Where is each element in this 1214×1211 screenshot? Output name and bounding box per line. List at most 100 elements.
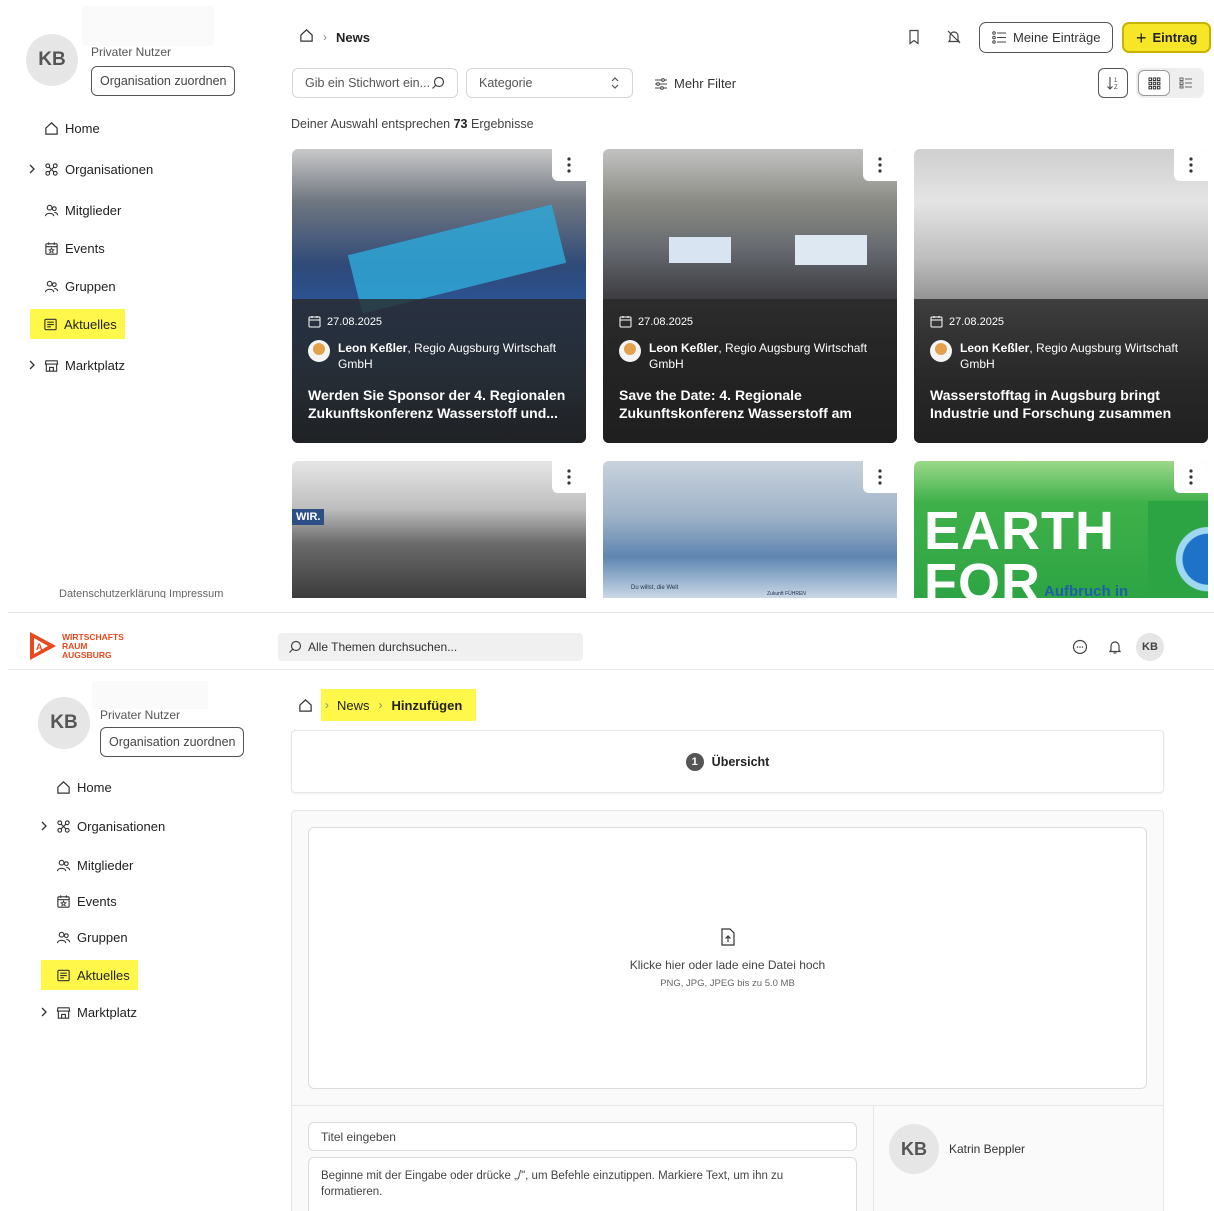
- sidebar-item-marktplatz[interactable]: Marktplatz: [29, 357, 125, 373]
- news-card-date: 27.08.2025: [930, 315, 1192, 328]
- sidebar-item-aktuelles[interactable]: Aktuelles: [30, 309, 125, 339]
- sidebar-item-label: Marktplatz: [65, 357, 125, 373]
- news-icon: [42, 316, 58, 332]
- sidebar-item-events[interactable]: Events: [55, 893, 117, 909]
- avatar: [619, 340, 641, 362]
- breadcrumb: › News › Hinzufügen: [298, 689, 477, 721]
- news-card-image: [603, 461, 897, 598]
- calendar-star-icon: [43, 240, 59, 256]
- store-icon: [55, 1004, 71, 1020]
- sort-button[interactable]: 1Z: [1098, 68, 1128, 98]
- sidebar-item-label: Aktuelles: [77, 967, 130, 983]
- footer-links[interactable]: Datenschutzerklärung Impressum: [59, 588, 223, 598]
- category-select[interactable]: Kategorie: [466, 68, 633, 98]
- news-card-overlay: 27.08.2025 Leon Keßler, Regio Augsburg W…: [603, 299, 897, 443]
- assign-organisation-button[interactable]: Organisation zuordnen: [91, 66, 236, 96]
- sidebar-item-gruppen[interactable]: Gruppen: [55, 929, 128, 945]
- breadcrumb-highlight: › News › Hinzufügen: [321, 689, 477, 721]
- chevron-right-icon[interactable]: [39, 819, 49, 833]
- more-vertical-icon[interactable]: [863, 461, 897, 493]
- breadcrumb-current: News: [336, 29, 370, 45]
- list-view-icon[interactable]: [1170, 70, 1202, 96]
- more-vertical-icon[interactable]: [863, 149, 897, 181]
- avatar[interactable]: KB: [26, 34, 78, 86]
- file-upload-dropzone[interactable]: Klicke hier oder lade eine Datei hoch PN…: [308, 827, 1147, 1089]
- search-icon: [431, 76, 445, 90]
- global-search-input[interactable]: Alle Themen durchsuchen...: [278, 633, 583, 661]
- author-name: Leon Keßler: [338, 341, 408, 355]
- news-card[interactable]: WIR.: [292, 461, 586, 598]
- step-number: 1: [685, 752, 704, 771]
- news-card[interactable]: EARTH FOR Aufbruch in: [914, 461, 1208, 598]
- profile: KB: [38, 697, 90, 749]
- sidebar-item-aktuelles[interactable]: Aktuelles: [41, 960, 138, 990]
- bookmark-icon[interactable]: [902, 25, 926, 49]
- blank-area: [82, 6, 214, 46]
- sidebar-item-gruppen[interactable]: Gruppen: [43, 278, 116, 294]
- sidebar-item-home[interactable]: Home: [43, 120, 100, 136]
- home-icon: [55, 779, 71, 795]
- assign-organisation-button[interactable]: Organisation zuordnen: [100, 727, 245, 757]
- file-upload-icon: [720, 927, 736, 946]
- more-vertical-icon[interactable]: [1174, 461, 1208, 493]
- body-editor[interactable]: Beginne mit der Eingabe oder drücke „/",…: [308, 1157, 857, 1211]
- add-news-screen: A WIRTSCHAFTS RAUM AUGSBURG Alle Themen …: [8, 612, 1214, 1211]
- members-icon: [55, 857, 71, 873]
- chat-icon[interactable]: [1068, 635, 1092, 659]
- step-label[interactable]: Übersicht: [712, 755, 770, 769]
- profile-role: Privater Nutzer: [100, 708, 181, 722]
- date-text: 27.08.2025: [949, 315, 1005, 328]
- bell-off-icon[interactable]: [942, 25, 966, 49]
- chevron-right-icon[interactable]: [27, 358, 37, 372]
- grid-view-icon[interactable]: [1138, 70, 1170, 96]
- author-info: KB Katrin Beppler: [889, 1124, 1025, 1174]
- more-vertical-icon[interactable]: [1174, 149, 1208, 181]
- logo-icon: A: [28, 630, 58, 662]
- avatar: KB: [889, 1124, 939, 1174]
- sidebar-item-mitglieder[interactable]: Mitglieder: [43, 202, 121, 218]
- plus-icon: +: [1136, 27, 1147, 48]
- logo[interactable]: A WIRTSCHAFTS RAUM AUGSBURG: [28, 630, 124, 662]
- more-vertical-icon[interactable]: [552, 149, 586, 181]
- store-icon: [43, 357, 59, 373]
- more-vertical-icon[interactable]: [552, 461, 586, 493]
- svg-text:1: 1: [1114, 78, 1118, 84]
- more-filter-button[interactable]: Mehr Filter: [654, 76, 736, 91]
- decorative-arcs: [1148, 501, 1208, 598]
- avatar[interactable]: KB: [38, 697, 90, 749]
- bell-icon[interactable]: [1103, 635, 1127, 659]
- sidebar-item-mitglieder[interactable]: Mitglieder: [55, 857, 133, 873]
- news-card[interactable]: 27.08.2025 Leon Keßler, Regio Augsburg W…: [914, 149, 1208, 443]
- chevron-right-icon[interactable]: [39, 1005, 49, 1019]
- home-icon[interactable]: [299, 28, 314, 46]
- sort-icon: 1Z: [1106, 75, 1120, 91]
- sidebar-item-organisationen[interactable]: Organisationen: [41, 818, 165, 834]
- news-card[interactable]: 27.08.2025 Leon Keßler, Regio Augsburg W…: [603, 149, 897, 443]
- title-input[interactable]: Titel eingeben: [308, 1122, 857, 1151]
- home-icon: [43, 120, 59, 136]
- news-card-title: Werden Sie Sponsor der 4. Regionalen Zuk…: [308, 387, 566, 421]
- profile-role: Privater Nutzer: [91, 45, 172, 59]
- sidebar-item-events[interactable]: Events: [43, 240, 105, 256]
- add-entry-button[interactable]: + Eintrag: [1122, 22, 1212, 53]
- calendar-icon: [619, 315, 632, 328]
- my-entries-button[interactable]: Meine Einträge: [979, 22, 1114, 53]
- home-icon[interactable]: [298, 698, 313, 713]
- author-name: Leon Keßler: [649, 341, 719, 355]
- news-list-screen: KB Privater Nutzer Organisation zuordnen…: [8, 0, 1214, 598]
- user-avatar[interactable]: KB: [1136, 633, 1164, 661]
- results-suffix: Ergebnisse: [471, 117, 534, 131]
- sidebar-item-marktplatz[interactable]: Marktplatz: [41, 1004, 137, 1020]
- sidebar-item-home[interactable]: Home: [55, 779, 112, 795]
- breadcrumb-news-link[interactable]: News: [337, 698, 370, 713]
- chevron-right-icon: ›: [378, 698, 383, 712]
- news-card-author: Leon Keßler, Regio Augsburg Wirtschaft G…: [308, 340, 570, 372]
- blank-area: [92, 681, 208, 709]
- news-card[interactable]: 27.08.2025 Leon Keßler, Regio Augsburg W…: [292, 149, 586, 443]
- chevron-right-icon[interactable]: [27, 162, 37, 176]
- card-image-text: Aufbruch in: [1044, 583, 1129, 598]
- keyword-search-input[interactable]: Gib ein Stichwort ein...: [292, 68, 458, 98]
- sidebar-item-organisationen[interactable]: Organisationen: [29, 161, 153, 177]
- news-card[interactable]: Du willst, die Welt Zukunft FÜHREN: [603, 461, 897, 598]
- chevron-right-icon: ›: [323, 30, 327, 44]
